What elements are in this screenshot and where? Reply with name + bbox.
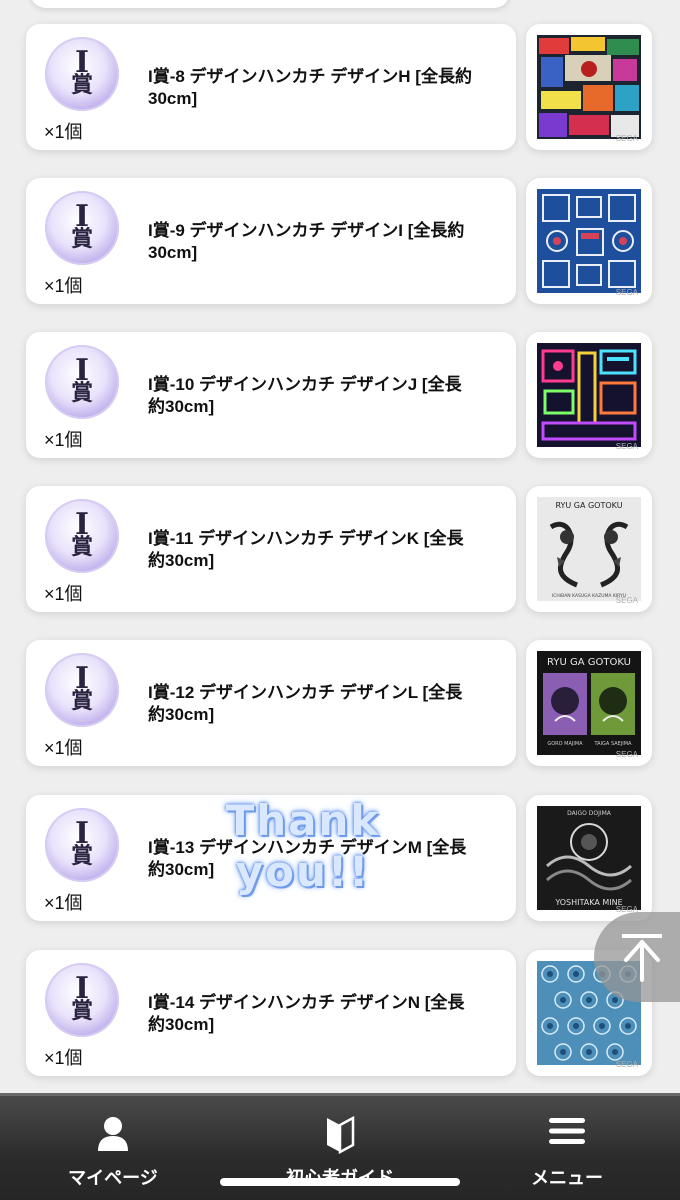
beginner-mark-icon (327, 1116, 355, 1154)
badge-kanji: 賞 (70, 998, 93, 1024)
prize-rank-badge: I 賞 (45, 499, 119, 573)
badge-kanji: 賞 (70, 688, 93, 714)
person-icon (98, 1117, 128, 1151)
prize-rank-badge: I 賞 (45, 37, 119, 111)
prize-quantity: ×1個 (44, 893, 83, 913)
prize-card[interactable]: I 賞 ×1個 I賞-10 デザインハンカチ デザインJ [全長約30cm] (26, 332, 516, 458)
hamburger-icon (549, 1118, 585, 1144)
prize-card[interactable]: I 賞 ×1個 I賞-14 デザインハンカチ デザインN [全長約30cm] (26, 950, 516, 1076)
prize-title: I賞-8 デザインハンカチ デザインH [全長約30cm] (148, 67, 472, 108)
thumb-neon-signboard-collage (537, 35, 641, 139)
prize-thumbnail[interactable]: DAIGO DOJIMA YOSHITAKA MINE SEGA (526, 795, 652, 921)
prize-quantity: ×1個 (44, 584, 83, 604)
prize-rank-badge: I 賞 (45, 963, 119, 1037)
prize-rank-badge: I 賞 (45, 345, 119, 419)
prize-row: I 賞 ×1個 I賞-13 デザインハンカチ デザインM [全長約30cm] D… (0, 795, 680, 925)
thumbnail-watermark: SEGA (615, 596, 638, 605)
thumb-heading: DAIGO DOJIMA (567, 810, 612, 817)
prize-title: I賞-13 デザインハンカチ デザインM [全長約30cm] (148, 838, 467, 879)
prize-row: I 賞 ×1個 I賞-10 デザインハンカチ デザインJ [全長約30cm] S… (0, 332, 680, 462)
thumb-daigo-dojima-tattoo: DAIGO DOJIMA YOSHITAKA MINE (537, 806, 641, 910)
prize-thumbnail[interactable]: SEGA (526, 332, 652, 458)
thumb-caption: YOSHITAKA MINE (554, 898, 622, 907)
badge-kanji: 賞 (70, 72, 93, 98)
nav-menu-label: メニュー (531, 1168, 603, 1188)
thumb-blue-sign-pattern (537, 189, 641, 293)
thumbnail-watermark: SEGA (615, 750, 638, 759)
prize-card[interactable]: I 賞 ×1個 I賞-13 デザインハンカチ デザインM [全長約30cm] (26, 795, 516, 921)
arrow-up-to-top-icon (622, 934, 662, 982)
prize-row: I 賞 ×1個 I賞-12 デザインハンカチ デザインL [全長約30cm] R… (0, 640, 680, 770)
thumb-heading: RYU GA GOTOKU (555, 501, 622, 510)
thumbnail-watermark: SEGA (615, 134, 638, 143)
scroll-to-top-button[interactable] (594, 912, 680, 1002)
prize-card[interactable]: I 賞 ×1個 I賞-12 デザインハンカチ デザインL [全長約30cm] (26, 640, 516, 766)
prize-row: I 賞 ×1個 I賞-11 デザインハンカチ デザインK [全長約30cm] R… (0, 486, 680, 616)
prize-quantity: ×1個 (44, 1048, 83, 1068)
prize-thumbnail[interactable]: RYU GA GOTOKU GORO MAJIMA TAIGA SAEJIMA … (526, 640, 652, 766)
thumbnail-watermark: SEGA (615, 442, 638, 451)
prize-card[interactable]: I 賞 ×1個 I賞-9 デザインハンカチ デザインI [全長約30cm] (26, 178, 516, 304)
prize-quantity: ×1個 (44, 122, 83, 142)
home-indicator[interactable] (220, 1178, 460, 1186)
prize-thumbnail[interactable]: RYU GA GOTOKU ICHIBAN KASUGA KAZUMA KIRY… (526, 486, 652, 612)
prize-quantity: ×1個 (44, 276, 83, 296)
prize-quantity: ×1個 (44, 738, 83, 758)
thumb-neon-road-night (537, 343, 641, 447)
nav-mypage[interactable]: マイページ (23, 1096, 203, 1200)
prize-thumbnail[interactable]: SEGA (526, 24, 652, 150)
prize-title: I賞-12 デザインハンカチ デザインL [全長約30cm] (148, 683, 463, 724)
nav-guide-label: 初心者ガイド (250, 1164, 430, 1190)
badge-kanji: 賞 (70, 843, 93, 869)
prize-row: I 賞 ×1個 I賞-14 デザインハンカチ デザインN [全長約30cm] S… (0, 950, 680, 1080)
prize-row: I 賞 ×1個 I賞-8 デザインハンカチ デザインH [全長約30cm] SE… (0, 24, 680, 154)
prize-quantity: ×1個 (44, 430, 83, 450)
thumbnail-watermark: SEGA (615, 1060, 638, 1069)
thumb-caption-right: TAIGA SAEJIMA (594, 741, 633, 747)
thumb-tattoo-panels-black: RYU GA GOTOKU GORO MAJIMA TAIGA SAEJIMA (537, 651, 641, 755)
thumb-heading: RYU GA GOTOKU (547, 657, 631, 668)
prize-title: I賞-10 デザインハンカチ デザインJ [全長約30cm] (148, 375, 462, 416)
badge-kanji: 賞 (70, 380, 93, 406)
prize-title: I賞-11 デザインハンカチ デザインK [全長約30cm] (148, 529, 464, 570)
prize-title: I賞-14 デザインハンカチ デザインN [全長約30cm] (148, 993, 465, 1034)
previous-card-edge (30, 0, 510, 8)
nav-mypage-label: マイページ (68, 1168, 158, 1188)
prize-row: I 賞 ×1個 I賞-9 デザインハンカチ デザインI [全長約30cm] SE… (0, 178, 680, 308)
prize-thumbnail[interactable]: SEGA (526, 178, 652, 304)
thumb-dragon-tattoo-white: RYU GA GOTOKU ICHIBAN KASUGA KAZUMA KIRY… (537, 497, 641, 601)
prize-rank-badge: I 賞 (45, 653, 119, 727)
thumb-caption-left: GORO MAJIMA (547, 741, 583, 747)
prize-title: I賞-9 デザインハンカチ デザインI [全長約30cm] (148, 221, 465, 262)
thumbnail-watermark: SEGA (615, 288, 638, 297)
prize-rank-badge: I 賞 (45, 191, 119, 265)
prize-card[interactable]: I 賞 ×1個 I賞-11 デザインハンカチ デザインK [全長約30cm] (26, 486, 516, 612)
prize-rank-badge: I 賞 (45, 808, 119, 882)
badge-kanji: 賞 (70, 226, 93, 252)
badge-kanji: 賞 (70, 534, 93, 560)
nav-menu[interactable]: メニュー (477, 1096, 657, 1200)
prize-card[interactable]: I 賞 ×1個 I賞-8 デザインハンカチ デザインH [全長約30cm] (26, 24, 516, 150)
